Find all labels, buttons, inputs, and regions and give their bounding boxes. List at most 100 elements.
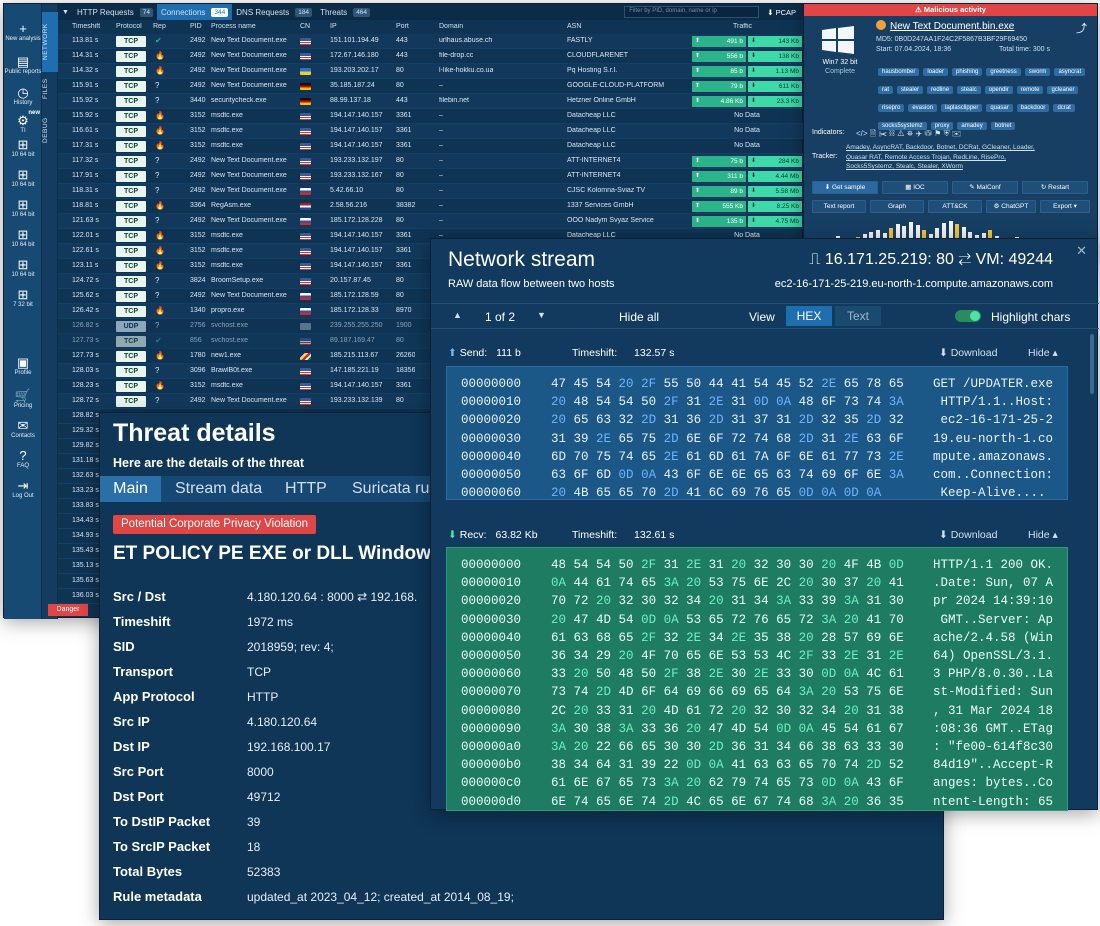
- tag-badge[interactable]: backdoor: [1016, 104, 1050, 112]
- recv-hide-button[interactable]: Hide ▴: [1028, 529, 1058, 541]
- export-button[interactable]: Export ▾: [1040, 200, 1090, 213]
- tag-badge[interactable]: redline: [927, 86, 954, 94]
- field-key: Src Port: [113, 764, 164, 779]
- sidebar-item-12[interactable]: ✉ Contacts: [4, 419, 42, 440]
- sidebar-item-9[interactable]: ⊞ 7 32 bit: [4, 288, 42, 309]
- recv-download-button[interactable]: ⬇ Download: [939, 529, 997, 541]
- get-sample-button[interactable]: ⬇ Get sample: [812, 181, 878, 194]
- tag-badge[interactable]: risepro: [878, 104, 905, 112]
- file-name-link[interactable]: New Text Document.bin.exe: [890, 21, 1014, 32]
- cell-ip: 193.233.132.139: [330, 397, 383, 404]
- tag-badge[interactable]: sworm: [1024, 68, 1051, 76]
- cell-port: 80: [396, 397, 404, 404]
- chatgpt-button[interactable]: ⚙ ChatGPT: [986, 200, 1036, 213]
- hide-all-button[interactable]: Hide all: [619, 310, 659, 324]
- sidebar-item-5[interactable]: ⊞ 10 64 bit: [4, 168, 42, 189]
- tag-badge[interactable]: asyncrat: [1054, 68, 1086, 76]
- table-row[interactable]: 114.31 s TCP 🔥 2492 New Text Document.exe 172…: [58, 49, 804, 64]
- tag-badge[interactable]: opendir: [984, 86, 1013, 94]
- table-row[interactable]: 115.91 s TCP? 2492 New Text Document.exe 35.…: [58, 79, 804, 94]
- collapse-icon[interactable]: ▼: [58, 9, 73, 16]
- sidebar-item-2[interactable]: ◷ History: [4, 86, 42, 107]
- prev-icon[interactable]: ▲: [453, 310, 462, 320]
- field-key: To SrcIP Packet: [113, 839, 211, 854]
- table-row[interactable]: 116.61 s TCP 🔥 3152 msdtc.exe 194.147.140.157…: [58, 124, 804, 139]
- tag-badge[interactable]: phishing: [952, 68, 983, 76]
- table-row[interactable]: 117.32 s TCP? 2492 New Text Document.exe 193…: [58, 154, 804, 169]
- tag-badge[interactable]: rat: [878, 86, 894, 94]
- tag-badge[interactable]: loader: [923, 68, 949, 76]
- cell-port: 3361: [396, 112, 412, 119]
- tag-badge[interactable]: hausbomber: [878, 68, 920, 76]
- family-links[interactable]: Amadey, AsyncRAT, Backdoor, Botnet, DCRa…: [846, 144, 1035, 151]
- sidebar-item-14[interactable]: ⇥ Log Out: [4, 479, 42, 500]
- tag-badge[interactable]: dcrat: [1053, 104, 1075, 112]
- scrollbar[interactable]: [1090, 334, 1094, 394]
- tab-stream-data[interactable]: Stream data: [175, 476, 262, 502]
- table-row[interactable]: 113.81 s TCP ✔ 2492 New Text Document.exe 151…: [58, 34, 804, 49]
- sidebar-item-10[interactable]: ▣ Profile: [4, 356, 42, 377]
- col-timeshift[interactable]: Timeshift: [72, 23, 100, 30]
- tab-network[interactable]: NETWORK: [42, 12, 58, 72]
- tab-http[interactable]: HTTP: [285, 476, 327, 502]
- tab-main[interactable]: Main: [100, 476, 161, 502]
- table-row[interactable]: 117.31 s TCP 🔥 3152 msdtc.exe 194.147.140.157…: [58, 139, 804, 154]
- graph-button[interactable]: Graph: [870, 200, 924, 213]
- tab-http-requests[interactable]: HTTP Requests 74: [73, 4, 157, 20]
- tab-dns-requests[interactable]: DNS Requests 184: [232, 4, 316, 20]
- table-row[interactable]: 117.91 s TCP? 2492 New Text Document.exe 193…: [58, 169, 804, 184]
- tab-debug[interactable]: DEBUG: [42, 112, 58, 148]
- table-row[interactable]: 121.63 s TCP? 2492 New Text Document.exe 185…: [58, 214, 804, 229]
- tag-badge[interactable]: stealc: [957, 86, 981, 94]
- sidebar-item-4[interactable]: ⊞ 10 64 bit: [4, 138, 42, 159]
- sidebar-item-7[interactable]: ⊞ 10 64 bit: [4, 228, 42, 249]
- tag-badge[interactable]: stealer: [897, 86, 924, 94]
- table-row[interactable]: 114.32 s TCP 🔥 2492 New Text Document.exe 193…: [58, 64, 804, 79]
- ioc-button[interactable]: ▦ IOC: [882, 181, 948, 194]
- sidebar-item-11[interactable]: 🛒 Pricing: [4, 389, 42, 410]
- tag-badge[interactable]: greetness: [986, 68, 1021, 76]
- tag-badge[interactable]: gcleaner: [1047, 86, 1079, 94]
- send-download-button[interactable]: ⬇ Download: [939, 347, 997, 359]
- cell-ip: 194.147.140.157: [330, 382, 383, 389]
- sidebar-item-1[interactable]: ▤ Public reports: [4, 55, 42, 76]
- flag-icon: [300, 143, 311, 150]
- table-row[interactable]: 118.81 s TCP 🔥 3364 RegAsm.exe 2.58.56.216 383…: [58, 199, 804, 214]
- text-report-button[interactable]: Text report: [812, 200, 866, 213]
- tab-suricata[interactable]: Suricata ru: [352, 476, 429, 502]
- tab-files[interactable]: FILES: [42, 74, 58, 104]
- highlight-switch[interactable]: [955, 310, 981, 322]
- close-icon[interactable]: ✕: [1076, 243, 1087, 259]
- table-row[interactable]: 118.31 s TCP? 2492 New Text Document.exe 5.4…: [58, 184, 804, 199]
- malconf-button[interactable]: ✎ MalConf: [952, 181, 1018, 194]
- tag-badge[interactable]: amadey: [957, 122, 987, 130]
- col-pid: PID: [190, 23, 202, 30]
- text-toggle[interactable]: Text: [835, 306, 881, 326]
- tag-badge[interactable]: evasion: [908, 104, 938, 112]
- tag-badge[interactable]: quasar: [986, 104, 1013, 112]
- flag-icon: [300, 158, 311, 165]
- cell-timeshift: 128.03 s: [72, 367, 99, 374]
- attck-button[interactable]: ATT&CK: [928, 200, 982, 213]
- table-row[interactable]: 115.92 s TCP? 3440 securitycheck.exe 88.99.1…: [58, 94, 804, 109]
- share-icon[interactable]: ⤴: [1076, 20, 1087, 36]
- sidebar-item-3[interactable]: ⚙ TI new: [4, 110, 42, 134]
- sidebar-item-0[interactable]: + New analysis: [4, 22, 42, 43]
- tracker-links-2[interactable]: Socks5Systemz, Stealc, Stealer, XWorm: [846, 163, 963, 170]
- pcap-button[interactable]: ⬇ PCAP: [759, 8, 804, 17]
- filter-input[interactable]: Filter by PID, domain, name or ip: [624, 6, 760, 18]
- tracker-links-1[interactable]: Quasar RAT, Remote Access Trojan, RedLin…: [846, 154, 1006, 161]
- table-row[interactable]: 115.92 s TCP 🔥 3152 msdtc.exe 194.147.140.157…: [58, 109, 804, 124]
- sidebar-item-13[interactable]: ? FAQ: [4, 449, 42, 470]
- next-icon[interactable]: ▼: [537, 310, 546, 320]
- sidebar-item-6[interactable]: ⊞ 10 64 bit: [4, 198, 42, 219]
- tab-connections[interactable]: Connections 344: [156, 4, 233, 20]
- tag-badge[interactable]: laplasclipper: [941, 104, 983, 112]
- tag-badge[interactable]: remote: [1016, 86, 1044, 94]
- hex-toggle[interactable]: HEX: [786, 306, 832, 326]
- tab-threats[interactable]: Threats 464: [316, 4, 374, 20]
- tag-badge[interactable]: botnet: [990, 122, 1016, 130]
- restart-button[interactable]: ↻ Restart: [1022, 181, 1088, 194]
- send-hide-button[interactable]: Hide ▴: [1028, 347, 1058, 359]
- sidebar-item-8[interactable]: ⊞ 10 64 bit: [4, 258, 42, 279]
